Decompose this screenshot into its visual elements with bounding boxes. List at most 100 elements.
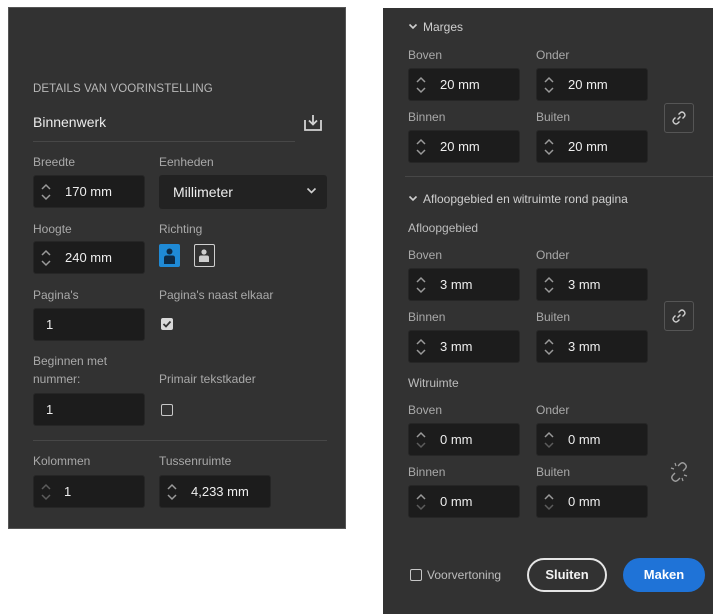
margin-bottom-field[interactable]: 20 mm <box>536 68 648 101</box>
width-value: 170 mm <box>65 184 112 199</box>
bleed-inside-field[interactable]: 3 mm <box>408 330 520 363</box>
bleed-top-label: Boven <box>408 248 443 262</box>
stepper-arrows-icon[interactable] <box>542 74 556 96</box>
slug-top-value: 0 mm <box>440 432 473 447</box>
bleed-slug-title[interactable]: Afloopgebied en witruimte rond pagina <box>423 192 628 206</box>
height-value: 240 mm <box>65 250 112 265</box>
height-label: Hoogte <box>33 222 72 236</box>
stepper-arrows-icon[interactable] <box>542 336 556 358</box>
width-label: Breedte <box>33 155 76 169</box>
start-number-label-line1: Beginnen met <box>33 354 108 368</box>
margin-inside-label: Binnen <box>408 110 446 124</box>
margin-outside-value: 20 mm <box>568 139 608 154</box>
preset-name[interactable]: Binnenwerk <box>33 114 106 130</box>
margin-top-label: Boven <box>408 48 443 62</box>
gutter-field[interactable]: 4,233 mm <box>159 475 271 508</box>
stepper-arrows-icon[interactable] <box>414 429 428 451</box>
bleed-bottom-label: Onder <box>536 248 570 262</box>
download-icon[interactable] <box>301 111 325 135</box>
bleed-inside-label: Binnen <box>408 310 446 324</box>
preset-details-panel: DETAILS VAN VOORINSTELLING Binnenwerk Br… <box>8 7 346 529</box>
link-margins-icon[interactable] <box>664 103 694 133</box>
start-number-field[interactable]: 1 <box>33 393 145 426</box>
slug-bottom-field[interactable]: 0 mm <box>536 423 648 456</box>
chevron-down-icon[interactable] <box>408 195 418 203</box>
chevron-down-icon <box>306 187 317 194</box>
margin-outside-label: Buiten <box>536 110 571 124</box>
slug-inside-value: 0 mm <box>440 494 473 509</box>
create-button[interactable]: Maken <box>623 558 705 592</box>
slug-outside-field[interactable]: 0 mm <box>536 485 648 518</box>
margin-inside-value: 20 mm <box>440 139 480 154</box>
slug-top-label: Boven <box>408 403 443 417</box>
stepper-arrows-icon[interactable] <box>542 136 556 158</box>
bleed-outside-label: Buiten <box>536 310 571 324</box>
gutter-label: Tussenruimte <box>159 454 232 468</box>
stepper-arrows-icon[interactable] <box>414 336 428 358</box>
slug-top-field[interactable]: 0 mm <box>408 423 520 456</box>
preview-checkbox[interactable] <box>410 569 422 581</box>
slug-inside-label: Binnen <box>408 465 446 479</box>
bleed-top-field[interactable]: 3 mm <box>408 268 520 301</box>
columns-label: Kolommen <box>33 454 91 468</box>
slug-bottom-value: 0 mm <box>568 432 601 447</box>
landscape-orientation-icon[interactable] <box>194 244 215 267</box>
stepper-arrows-icon[interactable] <box>542 491 556 513</box>
pages-field[interactable]: 1 <box>33 308 145 341</box>
divider <box>33 440 327 441</box>
units-select[interactable]: Millimeter <box>159 175 327 209</box>
stepper-arrows-icon[interactable] <box>39 181 53 203</box>
preset-details-title: DETAILS VAN VOORINSTELLING <box>33 83 213 95</box>
orientation-label: Richting <box>159 222 203 236</box>
bleed-top-value: 3 mm <box>440 277 473 292</box>
pages-value: 1 <box>46 317 54 332</box>
stepper-arrows-icon[interactable] <box>414 274 428 296</box>
close-button[interactable]: Sluiten <box>527 558 607 592</box>
preview-label: Voorvertoning <box>427 568 502 582</box>
primary-text-frame-label: Primair tekstkader <box>159 372 256 386</box>
stepper-arrows-icon[interactable] <box>165 481 179 503</box>
slug-outside-label: Buiten <box>536 465 571 479</box>
chevron-down-icon[interactable] <box>408 23 418 31</box>
start-number-value: 1 <box>46 402 54 417</box>
columns-value: 1 <box>64 484 72 499</box>
slug-title: Witruimte <box>408 376 459 390</box>
stepper-arrows-icon[interactable] <box>39 481 53 503</box>
margin-inside-field[interactable]: 20 mm <box>408 130 520 163</box>
checkmark-icon <box>162 320 171 328</box>
stepper-arrows-icon[interactable] <box>542 429 556 451</box>
slug-outside-value: 0 mm <box>568 494 601 509</box>
bleed-inside-value: 3 mm <box>440 339 473 354</box>
columns-field[interactable]: 1 <box>33 475 145 508</box>
margins-title[interactable]: Marges <box>423 20 463 34</box>
stepper-arrows-icon[interactable] <box>39 247 53 269</box>
portrait-orientation-icon[interactable] <box>159 244 180 267</box>
margin-bottom-value: 20 mm <box>568 77 608 92</box>
divider <box>405 176 713 177</box>
divider <box>33 141 295 142</box>
bleed-outside-value: 3 mm <box>568 339 601 354</box>
unlink-slug-icon[interactable] <box>666 459 692 485</box>
bleed-title: Afloopgebied <box>408 221 479 235</box>
stepper-arrows-icon[interactable] <box>414 74 428 96</box>
stepper-arrows-icon[interactable] <box>414 136 428 158</box>
slug-bottom-label: Onder <box>536 403 570 417</box>
margin-outside-field[interactable]: 20 mm <box>536 130 648 163</box>
margin-bottom-label: Onder <box>536 48 570 62</box>
height-field[interactable]: 240 mm <box>33 241 145 274</box>
link-bleed-icon[interactable] <box>664 301 694 331</box>
stepper-arrows-icon[interactable] <box>542 274 556 296</box>
facing-pages-label: Pagina's naast elkaar <box>159 288 274 302</box>
bleed-bottom-field[interactable]: 3 mm <box>536 268 648 301</box>
start-number-label-line2: nummer: <box>33 372 81 386</box>
units-value: Millimeter <box>173 184 233 200</box>
facing-pages-checkbox[interactable] <box>161 318 173 330</box>
width-field[interactable]: 170 mm <box>33 175 145 208</box>
primary-text-frame-checkbox[interactable] <box>161 404 173 416</box>
margin-top-field[interactable]: 20 mm <box>408 68 520 101</box>
margins-bleed-panel: Marges Boven Onder 20 mm 20 mm Binnen Bu… <box>383 8 713 614</box>
stepper-arrows-icon[interactable] <box>414 491 428 513</box>
bleed-outside-field[interactable]: 3 mm <box>536 330 648 363</box>
slug-inside-field[interactable]: 0 mm <box>408 485 520 518</box>
pages-label: Pagina's <box>33 288 79 302</box>
